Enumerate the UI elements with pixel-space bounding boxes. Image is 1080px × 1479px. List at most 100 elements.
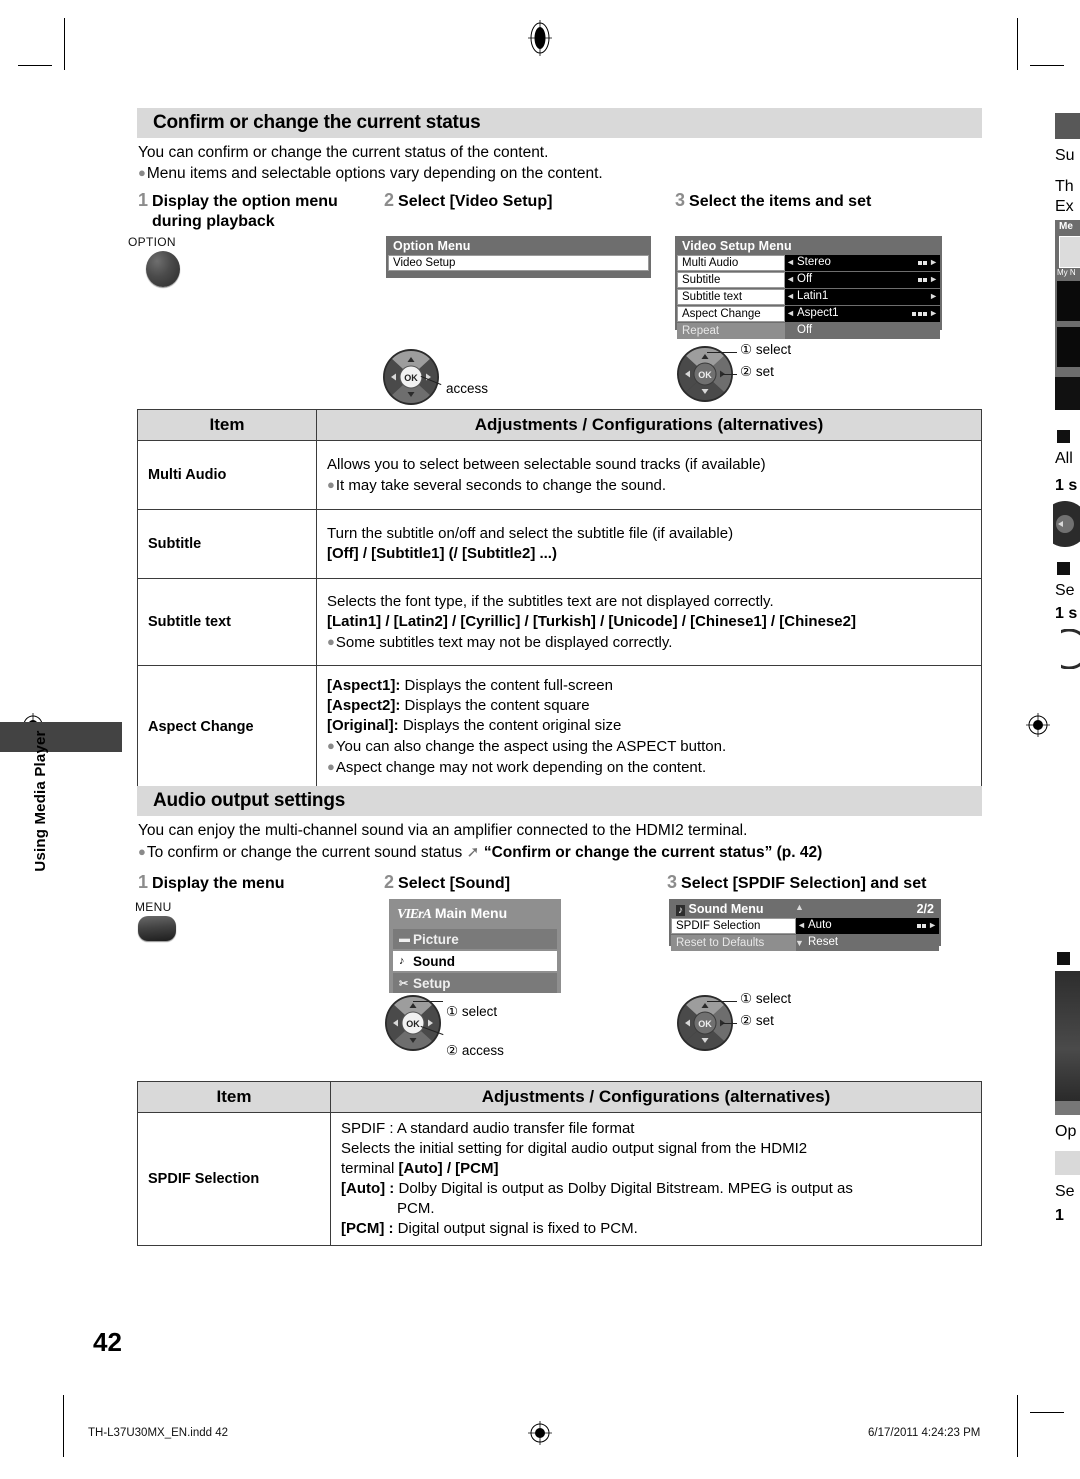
viera-menu-item-picture[interactable]: ▬ Picture bbox=[393, 929, 557, 949]
option-button[interactable] bbox=[146, 251, 180, 287]
video-setup-row-aspect-change[interactable]: Aspect Change ◄ Aspect1 ► bbox=[677, 306, 940, 322]
row-value-cell[interactable]: ◄ Latin1 ► bbox=[785, 289, 940, 305]
video-setup-row-subtitle-text[interactable]: Subtitle text ◄ Latin1 ► bbox=[677, 289, 940, 305]
viera-menu-item-sound[interactable]: ♪ Sound bbox=[393, 951, 557, 971]
next-page-step: 1 bbox=[1055, 1207, 1064, 1224]
row-value-cell[interactable]: ◄ Stereo ► bbox=[785, 255, 940, 271]
row-desc: Selects the font type, if the subtitles … bbox=[316, 578, 982, 666]
next-page-bullet-square bbox=[1057, 430, 1070, 443]
navigation-pad-sound-step2[interactable]: OK bbox=[384, 994, 442, 1052]
step-text: Display the menu bbox=[152, 875, 285, 892]
step-text: Select [Sound] bbox=[398, 875, 511, 892]
level-indicator-icon bbox=[916, 924, 926, 928]
right-arrow-icon: ► bbox=[929, 257, 938, 267]
footer-rule-left bbox=[63, 1395, 64, 1457]
scroll-down-arrow-icon[interactable]: ▼ bbox=[795, 938, 804, 948]
bullet-dot-icon: ● bbox=[138, 844, 146, 859]
step-text: Select [Video Setup] bbox=[398, 193, 553, 210]
video-setup-menu-title: Video Setup Menu bbox=[682, 239, 792, 253]
desc-line-text: Aspect change may not work depending on … bbox=[335, 759, 707, 776]
row-item-aspect-change: Aspect Change bbox=[137, 665, 317, 789]
step-number: 3 bbox=[667, 872, 678, 892]
right-arrow-icon: ► bbox=[929, 291, 938, 301]
registration-mark-top bbox=[527, 18, 553, 56]
svg-text:OK: OK bbox=[404, 373, 418, 383]
option-token: [Aspect1]: bbox=[327, 677, 401, 694]
section-heading-confirm-status: Confirm or change the current status bbox=[137, 108, 982, 138]
sound-menu-osd: ♪ Sound Menu 2/2 SPDIF Selection ◄ Auto … bbox=[669, 899, 941, 951]
row-item-subtitle: Subtitle bbox=[137, 509, 317, 579]
sound-menu-row-reset[interactable]: Reset to Defaults Reset bbox=[671, 935, 939, 951]
option-menu-row[interactable]: Video Setup bbox=[388, 255, 649, 271]
callout-leader-line bbox=[722, 374, 737, 375]
next-page-photo-bar bbox=[1055, 1101, 1080, 1115]
step-text: Select [SPDIF Selection] and set bbox=[681, 875, 927, 892]
row-value-cell[interactable]: ◄ Auto ► bbox=[796, 918, 939, 934]
desc-line-options: [Off] / [Subtitle1] (/ [Subtitle2] ...) bbox=[327, 545, 557, 562]
right-arrow-icon: ► bbox=[928, 920, 937, 930]
next-page-photo bbox=[1055, 971, 1080, 1101]
bullet-dot-icon: ● bbox=[327, 759, 335, 774]
left-arrow-icon: ◄ bbox=[786, 257, 795, 267]
step-number: 2 bbox=[384, 872, 395, 892]
video-setup-row-subtitle[interactable]: Subtitle ◄ Off ► bbox=[677, 272, 940, 288]
level-indicator-icon bbox=[917, 261, 927, 265]
next-page-text: Ex bbox=[1055, 198, 1074, 215]
desc-line: SPDIF : A standard audio transfer file f… bbox=[341, 1120, 635, 1137]
item-label: Setup bbox=[413, 975, 451, 991]
desc-line-text: You can also change the aspect using the… bbox=[335, 738, 727, 755]
section2-step-2: 2 Select [Sound] bbox=[384, 872, 510, 894]
step-text: Select the items and set bbox=[689, 193, 872, 210]
next-page-thumb-label: My N bbox=[1057, 268, 1076, 277]
desc-line: [Auto] : Dolby Digital is output as Dolb… bbox=[341, 1179, 973, 1199]
option-token: [Auto] : bbox=[341, 1180, 395, 1197]
table-row: SPDIF Selection SPDIF : A standard audio… bbox=[137, 1112, 982, 1246]
crop-mark-right-horizontal bbox=[1030, 65, 1064, 66]
table-row: Aspect Change [Aspect1]: Displays the co… bbox=[137, 665, 982, 789]
desc-line: Selects the font type, if the subtitles … bbox=[327, 592, 774, 610]
row-value-cell[interactable]: ◄ Off ► bbox=[785, 272, 940, 288]
row-value: Reset bbox=[808, 936, 839, 948]
sound-menu-page-indicator: 2/2 bbox=[916, 902, 934, 916]
viera-menu-header: VIErA Main Menu bbox=[393, 903, 557, 927]
table-row: Subtitle Turn the subtitle on/off and se… bbox=[137, 509, 982, 579]
section2-bullet-ref: “Confirm or change the current status” (… bbox=[483, 844, 823, 861]
section1-intro-bullet: ●Menu items and selectable options vary … bbox=[138, 163, 603, 184]
right-arrow-icon: ► bbox=[929, 274, 938, 284]
video-setup-row-multi-audio[interactable]: Multi Audio ◄ Stereo ► bbox=[677, 255, 940, 271]
row-label: Reset to Defaults bbox=[671, 935, 796, 951]
section2-step-1: 1 Display the menu bbox=[138, 872, 285, 894]
callout-leader-line bbox=[413, 1001, 443, 1002]
row-item-multi-audio: Multi Audio bbox=[137, 440, 317, 510]
scroll-up-arrow-icon[interactable]: ▲ bbox=[795, 902, 804, 912]
viera-menu-item-setup[interactable]: ✂ Setup bbox=[393, 973, 557, 993]
navigation-pad-step2[interactable]: OK bbox=[382, 348, 440, 406]
desc-line: [Aspect1]: Displays the content full-scr… bbox=[327, 676, 973, 696]
next-page-text: All bbox=[1055, 450, 1073, 467]
next-page-block bbox=[1057, 281, 1080, 321]
crop-mark-top-right-vertical bbox=[1017, 18, 1018, 70]
section2-intro: You can enjoy the multi-channel sound vi… bbox=[138, 822, 748, 839]
section-heading-audio-output: Audio output settings bbox=[137, 786, 982, 816]
desc-line-text: Displays the content original size bbox=[398, 717, 622, 734]
desc-line: Selects the initial setting for digital … bbox=[341, 1140, 808, 1157]
section2-bullet-pre: To confirm or change the current sound s… bbox=[146, 844, 467, 861]
sound-menu-row-spdif[interactable]: SPDIF Selection ◄ Auto ► bbox=[671, 918, 939, 934]
callout-leader-line bbox=[722, 1023, 737, 1024]
desc-line-text: It may take several seconds to change th… bbox=[335, 476, 667, 494]
desc-line-text: Digital output signal is fixed to PCM. bbox=[393, 1220, 638, 1237]
table-header-item: Item bbox=[137, 1081, 331, 1113]
row-desc: Turn the subtitle on/off and select the … bbox=[316, 509, 982, 579]
row-value-cell[interactable]: ◄ Aspect1 ► bbox=[785, 306, 940, 322]
video-setup-row-repeat[interactable]: Repeat Off bbox=[677, 323, 940, 339]
section1-intro-bullet-label: Menu items and selectable options vary d… bbox=[146, 165, 603, 182]
navpad-callout-access: ② access bbox=[446, 1043, 504, 1058]
picture-icon: ▬ bbox=[399, 933, 410, 945]
menu-button[interactable] bbox=[138, 916, 176, 941]
row-value: Auto bbox=[808, 919, 832, 931]
right-arrow-icon: ► bbox=[929, 308, 938, 318]
desc-line: Allows you to select between selectable … bbox=[327, 455, 766, 473]
chapter-tab-label: Using Media Player bbox=[32, 730, 49, 872]
section2-intro-bullet: ●To confirm or change the current sound … bbox=[138, 842, 822, 863]
row-label: SPDIF Selection bbox=[671, 918, 796, 934]
